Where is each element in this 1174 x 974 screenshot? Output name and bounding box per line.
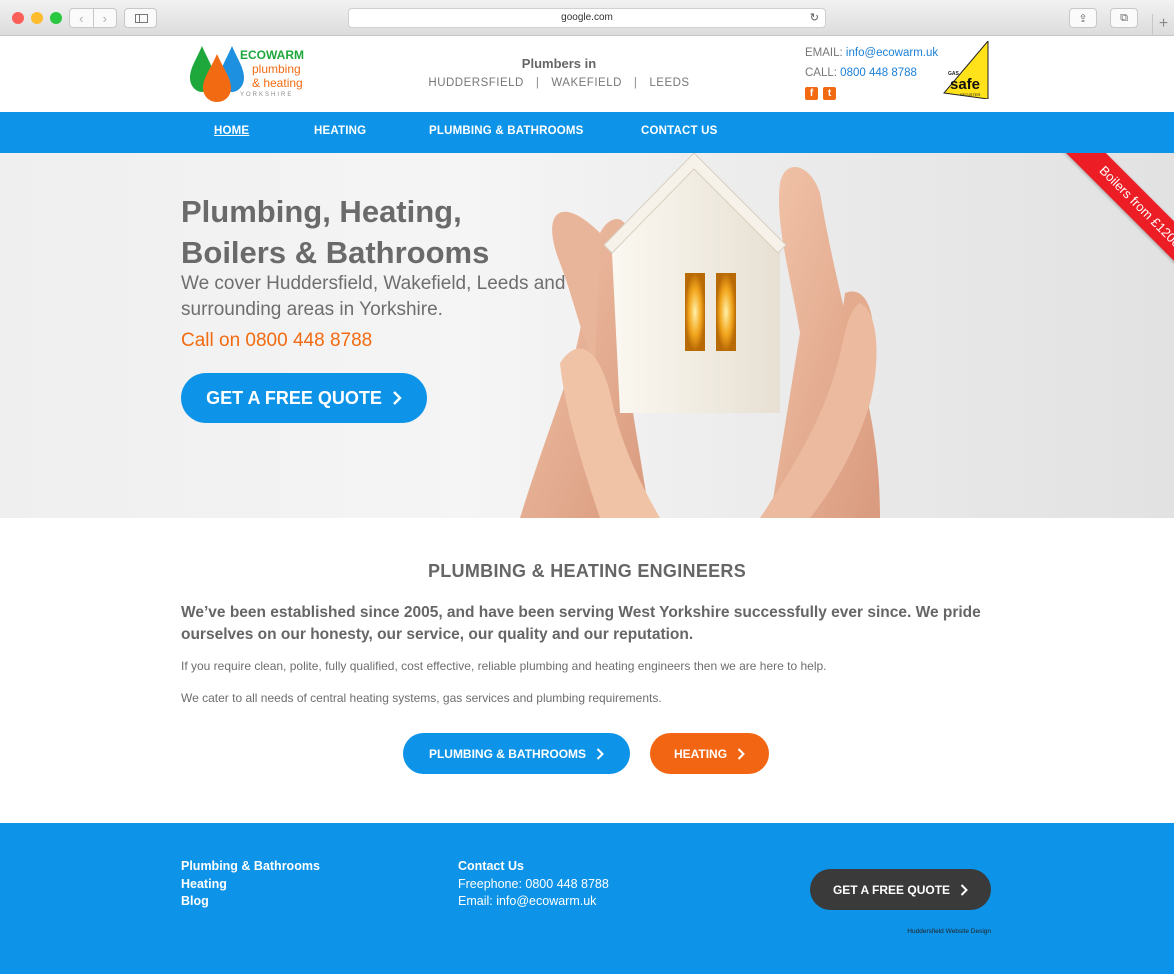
chevron-right-icon [392,391,402,405]
locations-list: HUDDERSFIELD | WAKEFIELD | LEEDS [428,77,689,89]
svg-text:REGISTER: REGISTER [960,92,981,97]
footer-get-free-quote-label: GET A FREE QUOTE [832,882,951,897]
footer-get-free-quote-button[interactable]: GET A FREE QUOTE [810,869,991,910]
logo-line-heating: & heating [252,76,303,90]
share-icon: ⇪ [1078,12,1088,25]
footer-link-plumbing-bathrooms[interactable]: Plumbing & Bathrooms [181,858,320,876]
location-leeds[interactable]: LEEDS [649,77,689,89]
plumbing-bathrooms-label: PLUMBING & BATHROOMS [428,746,587,761]
new-tab-button[interactable]: + [1152,14,1174,36]
close-window-button[interactable] [12,12,24,24]
intro-paragraph-1: If you require clean, polite, fully qual… [181,659,827,673]
location-huddersfield[interactable]: HUDDERSFIELD [428,77,523,89]
footer-contact-title[interactable]: Contact Us [458,858,609,876]
footer-link-heating[interactable]: Heating [181,876,320,894]
logo-line-plumbing: plumbing [252,62,301,76]
main-navigation: HOME HEATING PLUMBING & BATHROOMS CONTAC… [0,112,1174,153]
footer-freephone[interactable]: Freephone: 0800 448 8788 [458,876,609,894]
footer-email[interactable]: Email: info@ecowarm.uk [458,893,609,911]
plumbers-title: Plumbers in [521,56,597,71]
section-heading: PLUMBING & HEATING ENGINEERS [427,561,747,581]
address-bar[interactable]: google.com ↻ [348,8,826,28]
ecowarm-logo[interactable]: ECOWARM plumbing & heating YORKSHIRE [188,44,308,104]
phone-link[interactable]: 0800 448 8788 [840,67,917,79]
call-label: CALL: [805,67,837,79]
hands-holding-house-image [520,153,880,518]
minimize-window-button[interactable] [31,12,43,24]
website-design-credit[interactable]: Huddersfield Website Design [800,928,991,935]
heating-label: HEATING [673,746,728,761]
separator: | [535,77,540,89]
share-button[interactable]: ⇪ [1069,8,1097,28]
footer-link-blog[interactable]: Blog [181,893,320,911]
location-wakefield[interactable]: WAKEFIELD [551,77,622,89]
hero-banner: Plumbing, Heating, Boilers & Bathrooms W… [0,153,1174,518]
chevron-right-icon [737,747,745,760]
email-row: EMAIL: info@ecowarm.uk [805,45,938,65]
social-links: f t [805,87,938,107]
sidebar-icon [135,14,148,23]
svg-text:safe: safe [950,76,980,93]
twitter-icon[interactable]: t [823,87,836,100]
sidebar-toggle-button[interactable] [124,8,157,28]
get-free-quote-button[interactable]: GET A FREE QUOTE [181,373,427,423]
email-label: EMAIL: [805,47,843,59]
get-free-quote-label: GET A FREE QUOTE [206,387,382,408]
zoom-window-button[interactable] [50,12,62,24]
chevron-right-icon [960,883,968,896]
water-drops-logo-icon [190,46,244,102]
reload-icon[interactable]: ↻ [810,9,819,27]
hero-title: Plumbing, Heating, Boilers & Bathrooms [181,191,581,273]
nav-plumbing-bathrooms[interactable]: PLUMBING & BATHROOMS [429,125,584,137]
hero-call-link[interactable]: Call on 0800 448 8788 [181,330,372,352]
separator: | [633,77,638,89]
plumbing-bathrooms-button[interactable]: PLUMBING & BATHROOMS [403,733,630,774]
back-icon[interactable]: ‹ [70,9,93,27]
facebook-icon[interactable]: f [805,87,818,100]
tabs-overview-button[interactable]: ⧉ [1110,8,1138,28]
history-buttons: ‹ › [69,8,117,28]
site-footer: Plumbing & Bathrooms Heating Blog Contac… [0,823,1174,974]
call-row: CALL: 0800 448 8788 [805,65,938,85]
chevron-right-icon [596,747,604,760]
hero-title-line-1: Plumbing, Heating, [181,194,462,229]
footer-contact: Contact Us Freephone: 0800 448 8788 Emai… [458,858,609,911]
plumbers-in: Plumbers in HUDDERSFIELD | WAKEFIELD | L… [428,56,689,89]
hero-subtitle: We cover Huddersfield, Wakefield, Leeds … [181,273,566,320]
email-link[interactable]: info@ecowarm.uk [846,47,938,59]
nav-contact-us[interactable]: CONTACT US [641,125,718,137]
footer-links: Plumbing & Bathrooms Heating Blog [181,858,320,911]
browser-toolbar: ‹ › google.com ↻ ⇪ ⧉ + [0,0,1174,36]
forward-icon[interactable]: › [92,9,117,27]
gas-safe-logo: GAS safe REGISTER [940,39,992,100]
nav-home[interactable]: HOME [214,125,249,137]
header-contact: EMAIL: info@ecowarm.uk CALL: 0800 448 87… [805,45,938,107]
site-header: ECOWARM plumbing & heating YORKSHIRE Plu… [0,36,1174,112]
gas-safe-badge-icon: GAS safe REGISTER [943,39,989,100]
intro-lead-text: We’ve been established since 2005, and h… [181,604,981,643]
logo-line-region: YORKSHIRE [240,92,294,98]
nav-heating[interactable]: HEATING [314,125,366,137]
logo-brand: ECOWARM [240,48,304,62]
hero-title-line-2: Boilers & Bathrooms [181,235,490,270]
address-text: google.com [561,12,613,23]
intro-paragraph-2: We cater to all needs of central heating… [181,691,662,705]
tabs-icon: ⧉ [1120,11,1128,24]
heating-button[interactable]: HEATING [650,733,769,774]
